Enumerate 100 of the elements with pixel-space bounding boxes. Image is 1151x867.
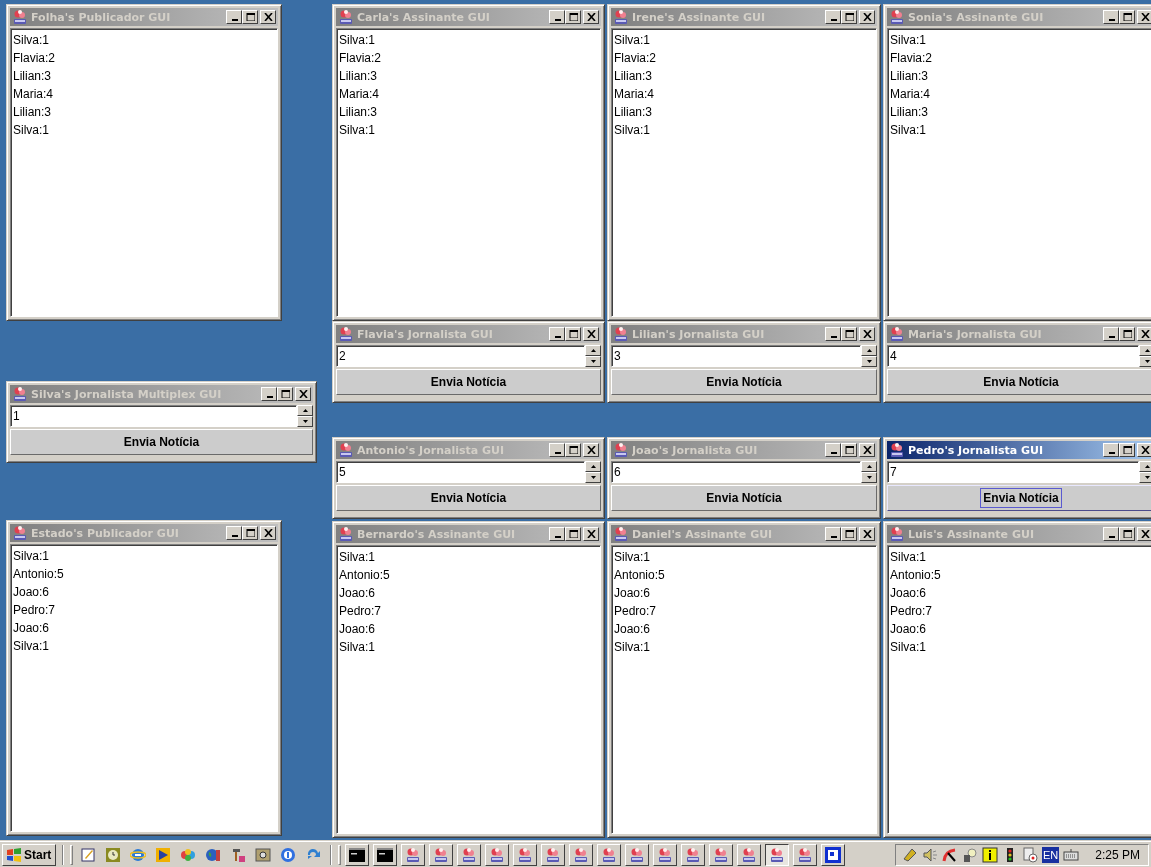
send-button[interactable]: Envia Notícia: [336, 485, 601, 511]
maximize-button[interactable]: [1119, 10, 1135, 24]
list-item: Joao:6: [614, 585, 651, 602]
close-button[interactable]: [859, 327, 875, 341]
close-button[interactable]: [260, 10, 276, 24]
send-button[interactable]: Envia Notícia: [10, 429, 313, 455]
minimize-button[interactable]: [226, 10, 242, 24]
spin-up-button[interactable]: [1139, 345, 1151, 356]
minimize-button[interactable]: [1103, 10, 1119, 24]
globe-launcher[interactable]: [205, 846, 222, 863]
clock-launcher[interactable]: [105, 846, 122, 863]
browser-launcher[interactable]: [130, 846, 147, 863]
maximize-button[interactable]: [242, 526, 258, 540]
spin-down-button[interactable]: [585, 472, 601, 483]
minimize-button[interactable]: [1103, 443, 1119, 457]
minimize-button[interactable]: [825, 527, 841, 541]
list-item: Pedro:7: [13, 602, 56, 619]
close-icon: [862, 530, 872, 538]
minimize-button[interactable]: [1103, 327, 1119, 341]
minimize-button[interactable]: [1103, 527, 1119, 541]
spin-up-button[interactable]: [585, 461, 601, 472]
info-badge-launcher[interactable]: [280, 846, 297, 863]
safe-launcher[interactable]: [255, 846, 272, 863]
maximize-button[interactable]: [277, 387, 293, 401]
send-button[interactable]: Envia Notícia: [611, 369, 877, 395]
clock: 2:25 PM: [1095, 847, 1140, 862]
maximize-button[interactable]: [1119, 327, 1135, 341]
number-field[interactable]: 5: [336, 461, 585, 483]
minimize-button[interactable]: [549, 327, 565, 341]
down-arrow-icon: [590, 360, 596, 363]
maximize-button[interactable]: [565, 327, 581, 341]
spin-down-button[interactable]: [297, 416, 313, 427]
minimize-button[interactable]: [549, 10, 565, 24]
globe-icon: [205, 846, 222, 863]
number-field[interactable]: 7: [887, 461, 1139, 483]
start-button[interactable]: Start: [2, 843, 57, 866]
number-field[interactable]: 4: [887, 345, 1139, 367]
minimize-button[interactable]: [261, 387, 277, 401]
notepad-launcher[interactable]: [80, 846, 97, 863]
minimize-button[interactable]: [825, 327, 841, 341]
close-button[interactable]: [1137, 10, 1151, 24]
hammer-icon: [230, 846, 247, 863]
maximize-button[interactable]: [565, 527, 581, 541]
send-button[interactable]: Envia Notícia: [887, 369, 1151, 395]
maximize-button[interactable]: [841, 527, 857, 541]
number-field[interactable]: 6: [611, 461, 861, 483]
list-item: Flavia:2: [890, 50, 933, 67]
minimize-button[interactable]: [825, 10, 841, 24]
play-launcher[interactable]: [155, 846, 172, 863]
close-button[interactable]: [859, 10, 875, 24]
app-icon: [629, 846, 646, 863]
list-item: Silva:1: [339, 32, 376, 49]
send-button[interactable]: Envia Notícia: [611, 485, 877, 511]
maximize-icon: [1122, 13, 1132, 21]
app-icon: [338, 526, 354, 542]
number-field[interactable]: 3: [611, 345, 861, 367]
app-icon: [613, 9, 629, 25]
list-item: Joao:6: [13, 584, 50, 601]
spin-down-button[interactable]: [1139, 472, 1151, 483]
close-button[interactable]: [859, 527, 875, 541]
hammer-launcher[interactable]: [230, 846, 247, 863]
number-field[interactable]: 2: [336, 345, 585, 367]
close-button[interactable]: [583, 327, 599, 341]
close-button[interactable]: [260, 526, 276, 540]
list-item: Maria:4: [13, 86, 53, 103]
language-indicator[interactable]: EN: [1042, 846, 1060, 863]
spin-up-button[interactable]: [297, 405, 313, 416]
taskbar-button[interactable]: [765, 843, 790, 866]
close-button[interactable]: [1137, 527, 1151, 541]
close-button[interactable]: [295, 387, 311, 401]
minimize-button[interactable]: [549, 527, 565, 541]
maximize-button[interactable]: [1119, 443, 1135, 457]
close-button[interactable]: [583, 443, 599, 457]
list-item: Lilian:3: [13, 104, 52, 121]
maximize-button[interactable]: [1119, 527, 1135, 541]
spin-down-button[interactable]: [861, 472, 877, 483]
minimize-button[interactable]: [825, 443, 841, 457]
close-button[interactable]: [859, 443, 875, 457]
close-button[interactable]: [583, 10, 599, 24]
maximize-button[interactable]: [841, 443, 857, 457]
spin-up-button[interactable]: [861, 461, 877, 472]
close-button[interactable]: [1137, 327, 1151, 341]
close-button[interactable]: [583, 527, 599, 541]
close-button[interactable]: [1137, 443, 1151, 457]
minimize-button[interactable]: [549, 443, 565, 457]
send-button[interactable]: Envia Notícia: [887, 485, 1151, 511]
number-field[interactable]: 1: [10, 405, 297, 427]
spin-down-button[interactable]: [861, 356, 877, 367]
maximize-button[interactable]: [242, 10, 258, 24]
spin-down-button[interactable]: [585, 356, 601, 367]
spin-up-button[interactable]: [1139, 461, 1151, 472]
spin-down-button[interactable]: [1139, 356, 1151, 367]
spin-up-button[interactable]: [585, 345, 601, 356]
send-button[interactable]: Envia Notícia: [336, 369, 601, 395]
minimize-button[interactable]: [226, 526, 242, 540]
maximize-button[interactable]: [841, 10, 857, 24]
maximize-button[interactable]: [841, 327, 857, 341]
maximize-button[interactable]: [565, 443, 581, 457]
maximize-button[interactable]: [565, 10, 581, 24]
spin-up-button[interactable]: [861, 345, 877, 356]
